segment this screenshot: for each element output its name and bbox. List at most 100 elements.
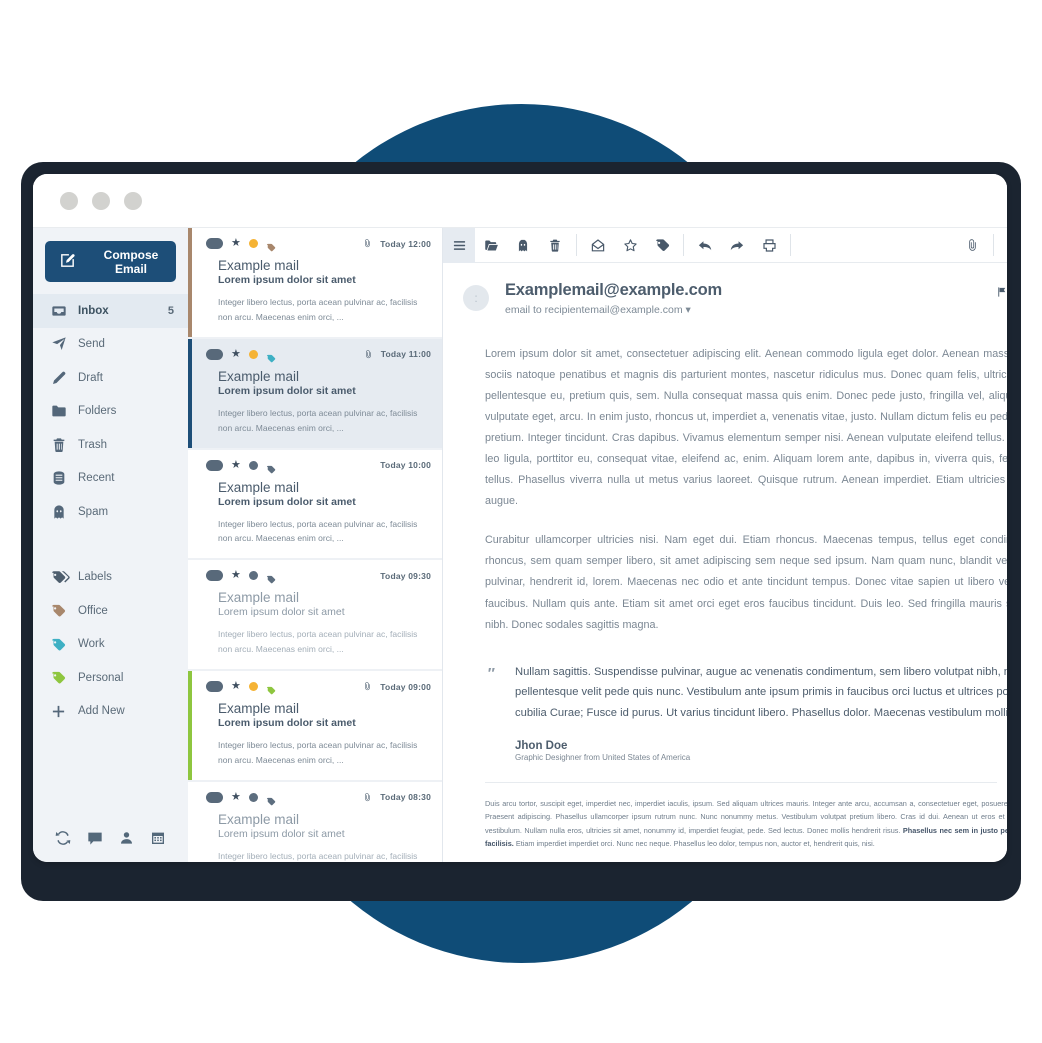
sidebar-footer <box>33 820 188 862</box>
mail-item-subject: Lorem ipsum dolor sit amet <box>218 274 356 286</box>
recipient-expand-icon[interactable]: ▾ <box>685 304 690 316</box>
status-dot <box>248 792 258 802</box>
inbox-unread-badge: 5 <box>167 304 174 317</box>
mail-item-subject: Lorem ipsum dolor sit amet <box>218 827 345 840</box>
mail-item-title: Example mail <box>218 590 300 606</box>
mark-unread-icon[interactable] <box>582 228 614 263</box>
reading-pane: : Examplemail@example.com email to recip… <box>443 228 1007 862</box>
status-dot <box>248 239 258 248</box>
toolbar-divider <box>576 234 577 256</box>
mail-header-text: Examplemail@example.com email to recipie… <box>505 281 980 316</box>
star-icon[interactable]: ★ <box>231 570 241 581</box>
labels-icon <box>51 569 78 585</box>
mail-recipient-line: email to recipientemail@example.com ▾ <box>505 304 980 316</box>
spam-ghost-icon[interactable] <box>507 228 539 263</box>
sidebar-item-recent[interactable]: Recent <box>33 462 188 496</box>
print-icon[interactable] <box>753 228 785 263</box>
sidebar-item-label: Add New <box>78 705 125 718</box>
star-icon[interactable]: ★ <box>231 681 241 692</box>
avatar: : <box>463 285 489 311</box>
mail-item-preview: Integer libero lectus, porta acean pulvi… <box>218 629 418 655</box>
reply-icon[interactable] <box>689 228 721 263</box>
sidebar-item-spam[interactable]: Spam <box>33 495 188 529</box>
sidebar-item-folders[interactable]: Folders <box>33 395 188 429</box>
sidebar-item-inbox[interactable]: Inbox 5 <box>33 294 188 328</box>
mail-list-item[interactable]: ★ Today 09:30 Example mail Lorem ipsum d… <box>188 560 442 669</box>
mail-item-meta: ★ Today 09:30 <box>206 568 431 584</box>
mail-list-item[interactable]: ★ Today 08:30 Example mail Lorem ipsum d… <box>188 781 442 862</box>
forward-icon[interactable] <box>721 228 753 263</box>
page-stage: Compose Email Inbox 5 Send Draft Folders… <box>0 0 1042 1043</box>
app-body: Compose Email Inbox 5 Send Draft Folders… <box>33 228 1007 862</box>
minimize-button[interactable] <box>92 191 110 210</box>
recent-icon <box>51 470 78 486</box>
mail-recipient-address: email to recipientemail@example.com <box>505 304 683 316</box>
star-icon[interactable] <box>614 228 646 263</box>
attachment-icon[interactable] <box>956 228 988 263</box>
contacts-icon[interactable] <box>119 830 134 846</box>
blockquote: ″ Nullam sagittis. Suspendisse pulvinar,… <box>485 662 1007 762</box>
sync-icon[interactable] <box>55 830 71 846</box>
mail-item-preview: Integer libero lectus, porta acean pulvi… <box>218 518 418 544</box>
flag-icon[interactable] <box>996 285 1007 316</box>
star-icon[interactable]: ★ <box>231 238 241 249</box>
tag-icon[interactable] <box>646 228 678 263</box>
draft-icon <box>51 370 78 386</box>
avatar <box>206 238 223 249</box>
attachment-icon <box>363 792 372 803</box>
mail-item-time: Today 09:00 <box>380 681 431 692</box>
open-folder-icon[interactable] <box>475 228 507 263</box>
trash-icon[interactable] <box>539 228 571 263</box>
sidebar-nav: Inbox 5 Send Draft Folders Trash Recent … <box>33 294 188 728</box>
mail-item-time: Today 09:30 <box>380 570 431 581</box>
mail-item-title: Example mail <box>218 811 300 827</box>
app-window: Compose Email Inbox 5 Send Draft Folders… <box>33 174 1007 862</box>
sidebar-item-office[interactable]: Office <box>33 594 188 628</box>
calendar-icon[interactable] <box>150 830 166 846</box>
mail-list-item[interactable]: ★ Today 09:00 Example mail Lorem ipsum d… <box>188 671 442 780</box>
sidebar-item-personal[interactable]: Personal <box>33 661 188 695</box>
sidebar-item-label: Office <box>78 604 108 617</box>
mail-fineprint: Duis arcu tortor, suscipit eget, imperdi… <box>485 797 1007 851</box>
menu-icon[interactable] <box>443 228 475 263</box>
toolbar-divider <box>993 234 994 256</box>
star-icon[interactable]: ★ <box>231 791 241 803</box>
chat-icon[interactable] <box>87 830 103 846</box>
quote-mark-icon: ″ <box>487 664 495 682</box>
avatar <box>206 791 223 803</box>
sidebar-item-draft[interactable]: Draft <box>33 361 188 395</box>
mail-item-time: Today 08:30 <box>380 792 431 803</box>
sidebar-item-work[interactable]: Work <box>33 628 188 662</box>
reader-toolbar <box>443 228 1007 263</box>
author-role: Graphic Desighner from United States of … <box>515 752 691 762</box>
tag-icon <box>51 603 78 618</box>
maximize-button[interactable] <box>124 191 142 210</box>
compose-email-button[interactable]: Compose Email <box>45 241 176 282</box>
mail-list-item[interactable]: ★ Today 11:00 Example mail Lorem ipsum d… <box>188 338 442 448</box>
avatar <box>206 459 223 471</box>
sidebar-item-trash[interactable]: Trash <box>33 428 188 462</box>
mail-list-item[interactable]: ★ Today 12:00 Example mail Lorem ipsum d… <box>188 228 442 337</box>
tag-icon <box>266 682 276 695</box>
star-icon[interactable]: ★ <box>231 348 241 360</box>
star-icon[interactable]: ★ <box>231 459 241 471</box>
close-button[interactable] <box>60 191 78 210</box>
inbox-icon <box>51 303 78 319</box>
sidebar: Compose Email Inbox 5 Send Draft Folders… <box>33 228 188 862</box>
attachment-icon <box>363 681 372 692</box>
mail-item-preview: Integer libero lectus, porta acean pulvi… <box>218 740 418 765</box>
sidebar-item-add-new[interactable]: Add New <box>33 695 188 729</box>
mail-item-time: Today 10:00 <box>380 460 431 470</box>
sidebar-item-send[interactable]: Send <box>33 328 188 362</box>
toolbar-divider <box>790 234 791 256</box>
mail-list-item[interactable]: ★ Today 10:00 Example mail Lorem ipsum d… <box>188 449 442 559</box>
sidebar-item-labels[interactable]: Labels <box>33 561 188 595</box>
sidebar-item-label: Inbox <box>78 304 109 317</box>
sidebar-item-label: Personal <box>78 671 124 684</box>
blockquote-author: Jhon Doe Graphic Desighner from United S… <box>515 740 1007 762</box>
attachment-icon <box>364 349 373 360</box>
compose-icon <box>59 252 76 272</box>
attachment-icon <box>363 238 372 249</box>
sidebar-item-label: Draft <box>78 371 103 384</box>
mail-list[interactable]: ★ Today 12:00 Example mail Lorem ipsum d… <box>188 228 443 862</box>
